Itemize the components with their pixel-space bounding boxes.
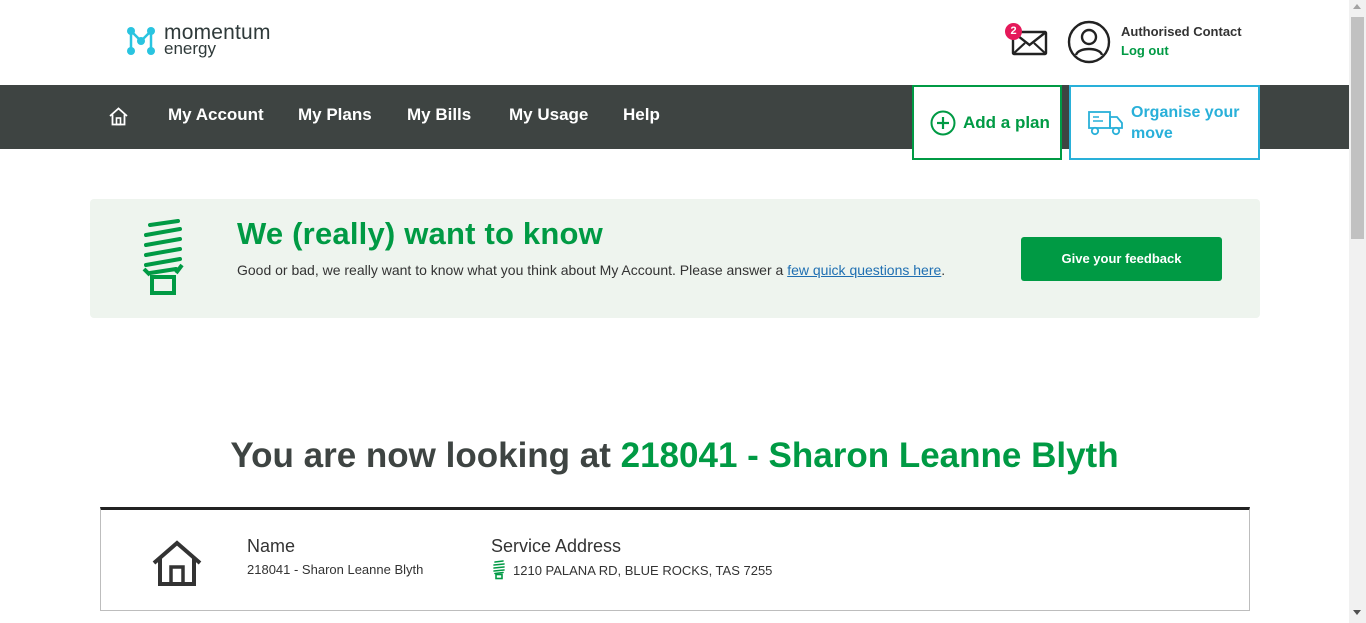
user-avatar[interactable] xyxy=(1067,20,1111,64)
organise-move-button[interactable]: Organise your move xyxy=(1069,85,1260,160)
organise-move-label: Organise your move xyxy=(1131,103,1240,142)
name-value: 218041 - Sharon Leanne Blyth xyxy=(247,562,424,577)
plus-circle-icon xyxy=(930,110,956,135)
page-scrollbar[interactable] xyxy=(1349,0,1366,623)
house-icon xyxy=(152,540,202,586)
contact-name: Authorised Contact xyxy=(1121,24,1242,39)
give-feedback-button[interactable]: Give your feedback xyxy=(1021,237,1222,281)
banner-text-end: . xyxy=(941,262,946,278)
viewing-prefix: You are now looking at xyxy=(230,436,621,475)
viewing-account: 218041 - Sharon Leanne Blyth xyxy=(620,436,1119,475)
header: momentum energy 2 Authorised Contact Log… xyxy=(0,0,1349,85)
logo-wordmark: momentum energy xyxy=(164,22,271,58)
service-address-heading: Service Address xyxy=(491,536,622,556)
add-plan-button[interactable]: Add a plan xyxy=(912,85,1062,160)
scroll-down-arrow-icon[interactable] xyxy=(1353,610,1361,615)
account-card: Name 218041 - Sharon Leanne Blyth Servic… xyxy=(100,507,1250,611)
feedback-banner: We (really) want to know Good or bad, we… xyxy=(90,199,1260,318)
scroll-thumb[interactable] xyxy=(1351,17,1364,239)
messages-button[interactable]: 2 xyxy=(1005,23,1050,58)
banner-text-body: Good or bad, we really want to know what… xyxy=(237,262,788,278)
nav-my-usage[interactable]: My Usage xyxy=(509,105,588,125)
electricity-bulb-icon xyxy=(493,560,505,580)
logo-mark-icon xyxy=(127,27,155,55)
unread-count-badge: 2 xyxy=(1005,23,1022,40)
banner-title: We (really) want to know xyxy=(237,216,603,251)
survey-link[interactable]: few quick questions here xyxy=(787,262,941,278)
nav-help[interactable]: Help xyxy=(623,105,660,125)
service-address-text: 1210 PALANA RD, BLUE ROCKS, TAS 7255 xyxy=(513,562,773,578)
contact-block: Authorised Contact Log out xyxy=(1121,24,1242,58)
banner-text: Good or bad, we really want to know what… xyxy=(237,259,987,281)
add-plan-label: Add a plan xyxy=(963,112,1050,132)
page: momentum energy 2 Authorised Contact Log… xyxy=(0,0,1349,623)
scroll-up-arrow-icon[interactable] xyxy=(1353,4,1361,9)
light-bulb-icon xyxy=(142,219,184,295)
truck-icon xyxy=(1088,110,1123,135)
user-icon xyxy=(1067,20,1111,64)
logo[interactable]: momentum energy xyxy=(126,22,271,58)
nav-my-plans[interactable]: My Plans xyxy=(298,105,372,125)
nav-my-account[interactable]: My Account xyxy=(168,105,264,125)
viewing-heading: You are now looking at 218041 - Sharon L… xyxy=(0,436,1349,476)
nav-my-bills[interactable]: My Bills xyxy=(407,105,471,125)
service-address-value: 1210 PALANA RD, BLUE ROCKS, TAS 7255 xyxy=(491,560,772,580)
logout-link[interactable]: Log out xyxy=(1121,43,1242,58)
home-icon xyxy=(109,107,128,126)
nav-home[interactable] xyxy=(108,106,129,127)
name-heading: Name xyxy=(247,536,296,556)
